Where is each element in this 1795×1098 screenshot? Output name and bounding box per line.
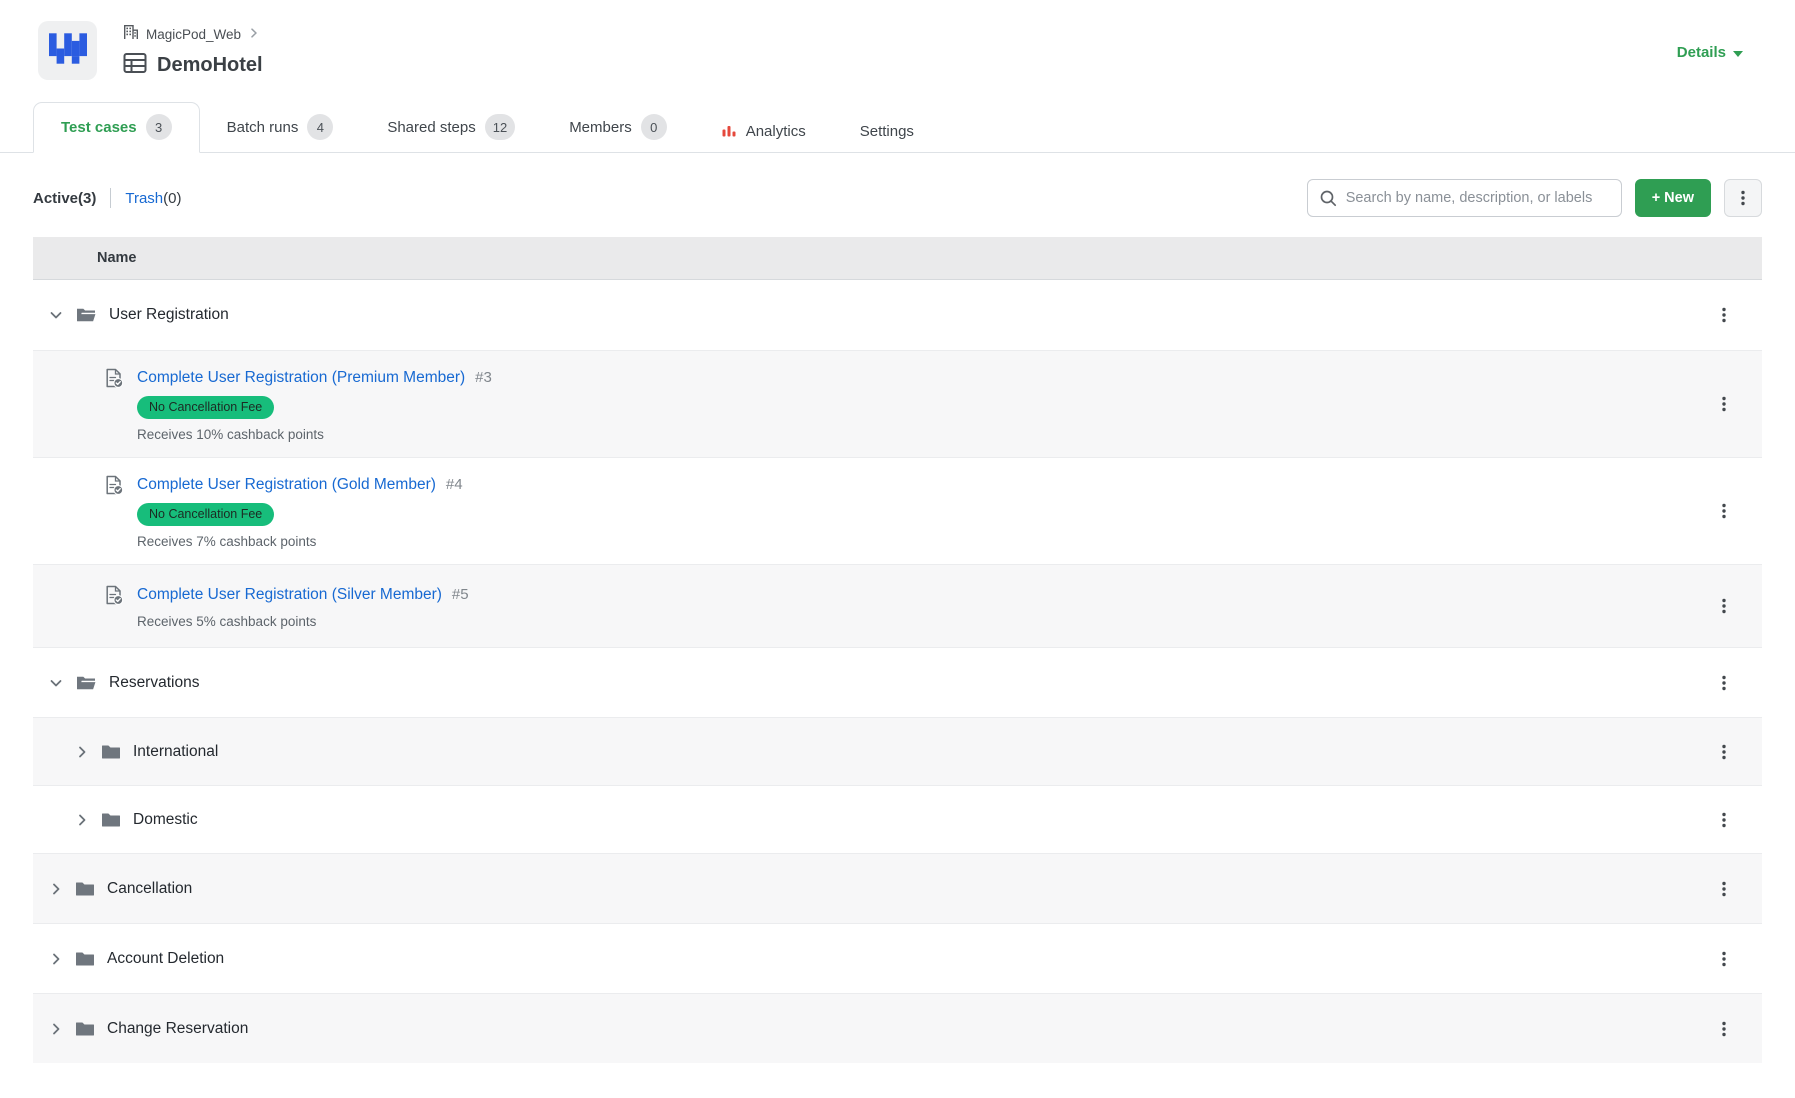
bar-chart-icon [721, 124, 737, 139]
row-kebab-button[interactable] [1716, 880, 1732, 898]
row-kebab-button[interactable] [1716, 950, 1732, 968]
search-icon [1319, 189, 1337, 212]
list-toolbar: Active(3) Trash (0) + New [33, 179, 1762, 217]
test-case-link[interactable]: Complete User Registration (Premium Memb… [137, 369, 465, 387]
label-badge[interactable]: No Cancellation Fee [137, 396, 274, 419]
tab-label: Analytics [746, 123, 806, 140]
row-kebab-button[interactable] [1716, 743, 1732, 761]
folder-closed-icon [101, 744, 121, 760]
tab-label: Members [569, 119, 632, 136]
new-button[interactable]: + New [1635, 179, 1711, 217]
chevron-right-icon[interactable] [47, 881, 65, 897]
folder-closed-icon [101, 812, 121, 828]
folder-label[interactable]: Cancellation [107, 880, 192, 898]
filter-trash-count: (0) [163, 190, 181, 207]
row-kebab-button[interactable] [1716, 1020, 1732, 1038]
row-kebab-button[interactable] [1716, 306, 1732, 324]
test-case-link[interactable]: Complete User Registration (Gold Member) [137, 476, 436, 494]
tab-label: Test cases [61, 119, 137, 136]
folder-label[interactable]: Domestic [133, 811, 198, 829]
magicpod-logo[interactable] [38, 21, 97, 80]
magicpod-logo-icon [49, 33, 87, 69]
name-column-header: Name [97, 250, 137, 266]
folder-label[interactable]: Change Reservation [107, 1020, 248, 1038]
tab-count-badge: 3 [146, 114, 172, 140]
row-kebab-button[interactable] [1716, 502, 1732, 520]
test-case-number: #4 [446, 476, 463, 493]
page-title: DemoHotel [157, 54, 263, 77]
folder-row-change-reservation[interactable]: Change Reservation [33, 993, 1762, 1063]
kebab-icon [1735, 189, 1751, 207]
test-case-description: Receives 5% cashback points [137, 614, 469, 629]
test-case-number: #3 [475, 369, 492, 386]
test-case-number: #5 [452, 586, 469, 603]
folder-open-icon [75, 674, 97, 692]
chevron-down-icon[interactable] [47, 307, 65, 323]
folder-row-reservations[interactable]: Reservations [33, 647, 1762, 717]
tab-count-badge: 4 [307, 114, 333, 140]
table-header: Name [33, 237, 1762, 280]
test-case-table: Name User Registration [33, 237, 1762, 1063]
tab-label: Batch runs [227, 119, 299, 136]
folder-label[interactable]: Reservations [109, 674, 199, 692]
chevron-right-icon[interactable] [47, 1021, 65, 1037]
test-case-row[interactable]: Complete User Registration (Gold Member)… [33, 457, 1762, 564]
tab-count-badge: 0 [641, 114, 667, 140]
chevron-right-icon[interactable] [73, 744, 91, 760]
toolbar-kebab-button[interactable] [1724, 179, 1762, 217]
folder-label[interactable]: User Registration [109, 306, 229, 324]
breadcrumb-chevron-icon [248, 26, 260, 44]
breadcrumb: MagicPod_Web [123, 24, 263, 45]
chevron-down-icon[interactable] [47, 675, 65, 691]
tab-settings[interactable]: Settings [833, 112, 941, 152]
test-case-row[interactable]: Complete User Registration (Premium Memb… [33, 350, 1762, 457]
breadcrumb-project-link[interactable]: MagicPod_Web [146, 27, 241, 42]
folder-row-domestic[interactable]: Domestic [33, 785, 1762, 853]
details-dropdown[interactable]: Details [1677, 44, 1743, 61]
tab-analytics[interactable]: Analytics [694, 112, 833, 152]
tab-label: Settings [860, 123, 914, 140]
filter-divider [110, 188, 111, 208]
folder-row-international[interactable]: International [33, 717, 1762, 785]
test-case-icon [103, 474, 125, 496]
folder-label[interactable]: Account Deletion [107, 950, 224, 968]
folder-closed-icon [75, 1021, 95, 1037]
folder-label[interactable]: International [133, 743, 218, 761]
test-case-icon [103, 367, 125, 389]
folder-row-cancellation[interactable]: Cancellation [33, 853, 1762, 923]
test-case-row[interactable]: Complete User Registration (Silver Membe… [33, 564, 1762, 647]
test-case-link[interactable]: Complete User Registration (Silver Membe… [137, 586, 442, 604]
page-header: MagicPod_Web DemoHotel Details [0, 0, 1795, 80]
tab-shared-steps[interactable]: Shared steps 12 [360, 103, 542, 152]
test-case-description: Receives 10% cashback points [137, 427, 492, 442]
filter-trash-link[interactable]: Trash [125, 190, 163, 207]
tab-bar: Test cases 3 Batch runs 4 Shared steps 1… [0, 102, 1795, 153]
chevron-right-icon[interactable] [47, 951, 65, 967]
folder-closed-icon [75, 881, 95, 897]
filter-active[interactable]: Active(3) [33, 190, 96, 207]
folder-open-icon [75, 306, 97, 324]
folder-row-user-registration[interactable]: User Registration [33, 280, 1762, 350]
row-kebab-button[interactable] [1716, 811, 1732, 829]
tab-test-cases[interactable]: Test cases 3 [33, 102, 200, 153]
row-kebab-button[interactable] [1716, 395, 1732, 413]
folder-closed-icon [75, 951, 95, 967]
details-label: Details [1677, 44, 1726, 61]
row-kebab-button[interactable] [1716, 674, 1732, 692]
organization-icon [123, 24, 139, 45]
chevron-right-icon[interactable] [73, 812, 91, 828]
caret-down-icon [1733, 44, 1743, 61]
folder-row-account-deletion[interactable]: Account Deletion [33, 923, 1762, 993]
test-case-description: Receives 7% cashback points [137, 534, 463, 549]
test-case-icon [103, 584, 125, 606]
row-kebab-button[interactable] [1716, 597, 1732, 615]
tab-count-badge: 12 [485, 114, 515, 140]
tab-batch-runs[interactable]: Batch runs 4 [200, 103, 361, 152]
project-table-icon [123, 52, 147, 79]
search-input[interactable] [1307, 179, 1622, 217]
tab-members[interactable]: Members 0 [542, 103, 694, 152]
label-badge[interactable]: No Cancellation Fee [137, 503, 274, 526]
tab-label: Shared steps [387, 119, 475, 136]
